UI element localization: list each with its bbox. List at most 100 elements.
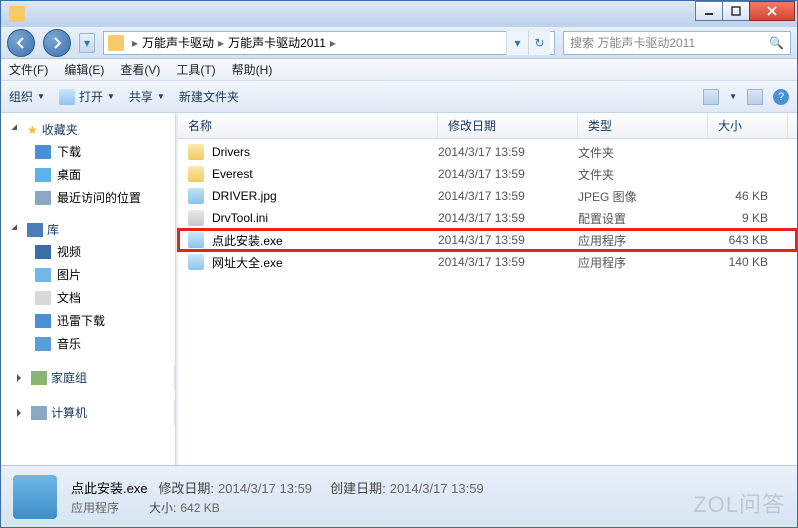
breadcrumb[interactable]: ▸ 万能声卡驱动 ▸ 万能声卡驱动2011 ▸ ▾ ↻ (103, 31, 555, 55)
file-type: 文件夹 (578, 166, 708, 183)
share-button[interactable]: 共享▼ (129, 88, 165, 105)
file-type: 应用程序 (578, 254, 708, 271)
breadcrumb-segment[interactable]: 万能声卡驱动2011 (228, 34, 326, 51)
file-size: 140 KB (708, 255, 778, 269)
dropdown-icon[interactable]: ▾ (506, 31, 528, 55)
picture-icon (35, 268, 51, 282)
library-icon (27, 223, 43, 237)
chevron-right-icon: ▸ (132, 36, 138, 50)
menu-view[interactable]: 查看(V) (120, 61, 160, 78)
file-row[interactable]: DrvTool.ini 2014/3/17 13:59配置设置9 KB (178, 207, 797, 229)
menu-edit[interactable]: 编辑(E) (64, 61, 104, 78)
file-type: JPEG 图像 (578, 188, 708, 205)
col-type[interactable]: 类型 (578, 113, 708, 138)
chevron-right-icon: ▸ (218, 36, 224, 50)
sidebar-homegroup[interactable]: 家庭组 (1, 365, 175, 390)
col-size[interactable]: 大小 (708, 113, 788, 138)
file-date: 2014/3/17 13:59 (438, 189, 578, 203)
window-controls (696, 1, 795, 21)
sidebar-item-downloads[interactable]: 下载 (1, 140, 175, 163)
size-label: 大小: (149, 501, 176, 515)
sidebar-item-pictures[interactable]: 图片 (1, 263, 175, 286)
file-name: Everest (212, 167, 253, 181)
file-name: 点此安装.exe (212, 232, 283, 249)
open-button[interactable]: 打开▼ (59, 88, 115, 105)
sidebar-item-desktop[interactable]: 桌面 (1, 163, 175, 186)
file-type: 文件夹 (578, 144, 708, 161)
history-dropdown[interactable]: ▾ (79, 33, 95, 53)
sidebar-item-music[interactable]: 音乐 (1, 332, 175, 355)
col-date[interactable]: 修改日期 (438, 113, 578, 138)
sidebar-item-documents[interactable]: 文档 (1, 286, 175, 309)
maximize-button[interactable] (722, 1, 750, 21)
document-icon (35, 291, 51, 305)
file-name: DrvTool.ini (212, 211, 268, 225)
view-dropdown[interactable]: ▼ (729, 92, 737, 101)
forward-button[interactable] (43, 29, 71, 57)
preview-pane-button[interactable] (747, 89, 763, 105)
file-date: 2014/3/17 13:59 (438, 255, 578, 269)
file-row[interactable]: Drivers 2014/3/17 13:59文件夹 (178, 141, 797, 163)
file-name: Drivers (212, 145, 250, 159)
file-date: 2014/3/17 13:59 (438, 167, 578, 181)
menu-file[interactable]: 文件(F) (9, 61, 48, 78)
search-input[interactable]: 搜索 万能声卡驱动2011 🔍 (563, 31, 791, 55)
new-folder-button[interactable]: 新建文件夹 (179, 88, 239, 105)
view-mode-button[interactable] (703, 89, 719, 105)
sidebar-computer[interactable]: 计算机 (1, 400, 175, 425)
file-row[interactable]: 网址大全.exe 2014/3/17 13:59应用程序140 KB (178, 251, 797, 273)
close-button[interactable] (749, 1, 795, 21)
column-headers: 名称 修改日期 类型 大小 (178, 113, 797, 139)
address-bar: ▾ ▸ 万能声卡驱动 ▸ 万能声卡驱动2011 ▸ ▾ ↻ 搜索 万能声卡驱动2… (1, 27, 797, 59)
menu-bar: 文件(F) 编辑(E) 查看(V) 工具(T) 帮助(H) (1, 59, 797, 81)
recent-icon (35, 191, 51, 205)
file-row[interactable]: 点此安装.exe2014/3/17 13:59应用程序643 KB (178, 229, 797, 251)
file-icon (188, 210, 204, 226)
file-list: Drivers2014/3/17 13:59文件夹Everest2014/3/1… (178, 139, 797, 275)
breadcrumb-segment[interactable]: 万能声卡驱动 (142, 34, 214, 51)
file-date: 2014/3/17 13:59 (438, 211, 578, 225)
xunlei-icon (35, 314, 51, 328)
file-type-icon (13, 475, 57, 519)
sidebar-item-recent[interactable]: 最近访问的位置 (1, 186, 175, 209)
organize-button[interactable]: 组织▼ (9, 88, 45, 105)
file-row[interactable]: Everest 2014/3/17 13:59文件夹 (178, 163, 797, 185)
folder-icon (108, 35, 124, 51)
download-icon (35, 145, 51, 159)
col-name[interactable]: 名称 (178, 113, 438, 138)
minimize-button[interactable] (695, 1, 723, 21)
sidebar-item-videos[interactable]: 视频 (1, 240, 175, 263)
file-type: 应用程序 (578, 232, 708, 249)
file-row[interactable]: DRIVER.jpg2014/3/17 13:59JPEG 图像46 KB (178, 185, 797, 207)
help-button[interactable]: ? (773, 89, 789, 105)
file-list-pane: 名称 修改日期 类型 大小 Drivers2014/3/17 13:59文件夹E… (178, 113, 797, 465)
music-icon (35, 337, 51, 351)
details-pane: 点此安装.exe 修改日期:2014/3/17 13:59 创建日期:2014/… (1, 465, 797, 527)
file-size: 9 KB (708, 211, 778, 225)
explorer-window: ▾ ▸ 万能声卡驱动 ▸ 万能声卡驱动2011 ▸ ▾ ↻ 搜索 万能声卡驱动2… (0, 0, 798, 528)
menu-help[interactable]: 帮助(H) (232, 61, 273, 78)
file-type: 配置设置 (578, 210, 708, 227)
file-icon (188, 166, 204, 182)
file-date: 2014/3/17 13:59 (438, 233, 578, 247)
file-icon (188, 254, 204, 270)
computer-icon (31, 406, 47, 420)
size-value: 642 KB (180, 501, 219, 515)
sidebar-libraries[interactable]: 库 (1, 219, 175, 240)
back-button[interactable] (7, 29, 35, 57)
sidebar-item-xunlei[interactable]: 迅雷下载 (1, 309, 175, 332)
create-date-value: 2014/3/17 13:59 (390, 481, 484, 496)
video-icon (35, 245, 51, 259)
selected-filetype: 应用程序 (71, 501, 119, 515)
create-date-label: 创建日期: (330, 481, 386, 496)
folder-icon (9, 6, 25, 22)
file-name: 网址大全.exe (212, 254, 283, 271)
file-date: 2014/3/17 13:59 (438, 145, 578, 159)
refresh-button[interactable]: ↻ (528, 31, 550, 55)
search-icon: 🔍 (769, 36, 784, 50)
sidebar-favorites[interactable]: ★收藏夹 (1, 119, 175, 140)
menu-tools[interactable]: 工具(T) (176, 61, 215, 78)
file-icon (188, 144, 204, 160)
watermark: ZOL问答 (693, 487, 785, 519)
chevron-right-icon: ▸ (330, 36, 336, 50)
